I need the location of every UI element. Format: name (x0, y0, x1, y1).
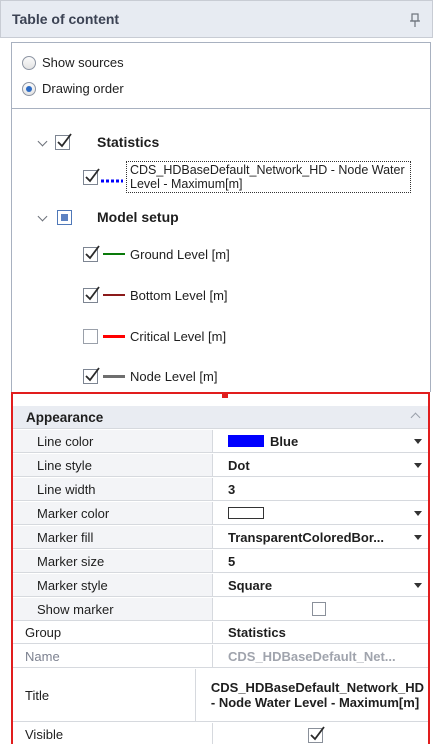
checkbox-checked-icon[interactable] (83, 286, 101, 304)
chevron-up-icon[interactable] (410, 412, 421, 423)
color-swatch (228, 435, 264, 447)
property-line-color[interactable]: Line color Blue (13, 430, 428, 453)
dropdown-arrow-icon[interactable] (414, 439, 422, 444)
property-marker-style[interactable]: Marker style Square (13, 574, 428, 597)
property-value[interactable]: 5 (213, 550, 428, 572)
property-name: Name (13, 645, 213, 667)
property-value[interactable]: TransparentColoredBor... (213, 526, 428, 548)
layer-label: Bottom Level [m] (130, 287, 228, 303)
tree-layer-ground-level[interactable]: Ground Level [m] (83, 245, 230, 263)
dropdown-arrow-icon[interactable] (414, 511, 422, 516)
property-group[interactable]: Group Statistics (13, 622, 428, 644)
property-value-text: CDS_HDBaseDefault_Net... (228, 648, 396, 664)
property-value[interactable]: Dot (213, 454, 428, 476)
tree-layer-node-level[interactable]: Node Level [m] (83, 367, 217, 385)
pin-icon[interactable] (410, 13, 420, 27)
checkbox-unchecked-icon[interactable] (312, 602, 326, 616)
layer-tree-panel: Show sources Drawing order Statistics CD… (11, 42, 431, 392)
dropdown-arrow-icon[interactable] (414, 463, 422, 468)
panel-title: Table of content (12, 11, 120, 27)
property-name: Title (13, 669, 196, 721)
layer-label: Critical Level [m] (130, 328, 227, 344)
property-name: Line color (13, 430, 213, 452)
radio-show-sources[interactable]: Show sources (22, 55, 124, 70)
category-appearance[interactable]: Appearance (13, 406, 428, 429)
property-value[interactable]: CDS_HDBaseDefault_Network_HD - Node Wate… (196, 669, 428, 721)
panel-header: Table of content (0, 0, 433, 38)
property-line-width[interactable]: Line width 3 (13, 478, 428, 501)
property-name-field[interactable]: Name CDS_HDBaseDefault_Net... (13, 645, 428, 668)
radio-label: Show sources (42, 55, 124, 70)
divider (12, 108, 430, 109)
property-value: CDS_HDBaseDefault_Net... (213, 645, 428, 667)
property-line-style[interactable]: Line style Dot (13, 454, 428, 477)
property-value[interactable] (213, 723, 428, 744)
checkbox-checked-icon[interactable] (55, 133, 73, 151)
property-value[interactable] (213, 502, 428, 524)
property-name: Marker color (13, 502, 213, 524)
radio-drawing-order[interactable]: Drawing order (22, 81, 124, 96)
dotted-line-legend-icon (101, 179, 123, 183)
layer-label: Ground Level [m] (130, 246, 230, 262)
chevron-down-icon[interactable] (37, 211, 49, 223)
checkbox-unchecked-icon[interactable] (83, 327, 101, 345)
property-name: Group (13, 622, 213, 643)
property-value-text: Blue (270, 433, 299, 449)
line-legend-icon (103, 374, 125, 378)
property-value[interactable]: 3 (213, 478, 428, 500)
tree-group-model-setup[interactable]: Model setup (37, 209, 179, 225)
dropdown-arrow-icon[interactable] (414, 535, 422, 540)
tree-layer-node-water-level[interactable]: CDS_HDBaseDefault_Network_HD - Node Wate… (83, 161, 411, 193)
dropdown-arrow-icon[interactable] (414, 583, 422, 588)
splitter-marker (222, 394, 228, 398)
properties-grid: Appearance Line color Blue Line style Do… (11, 392, 430, 744)
property-name: Show marker (13, 598, 213, 620)
tree-layer-bottom-level[interactable]: Bottom Level [m] (83, 286, 228, 304)
checkbox-checked-icon[interactable] (83, 168, 101, 186)
line-legend-icon (103, 253, 125, 255)
property-name: Visible (13, 723, 213, 744)
property-marker-color[interactable]: Marker color (13, 502, 428, 525)
radio-label: Drawing order (42, 81, 124, 96)
chevron-down-icon[interactable] (37, 136, 49, 148)
property-name: Line style (13, 454, 213, 476)
property-value-text: TransparentColoredBor... (228, 529, 385, 545)
property-value-text: CDS_HDBaseDefault_Network_HD - Node Wate… (210, 680, 424, 710)
color-swatch (228, 507, 264, 519)
property-marker-size[interactable]: Marker size 5 (13, 550, 428, 573)
line-legend-icon (103, 334, 125, 338)
property-name: Line width (13, 478, 213, 500)
group-title: Statistics (97, 134, 160, 150)
property-value[interactable]: Statistics (213, 622, 428, 643)
property-name: Marker style (13, 574, 213, 596)
property-name: Marker fill (13, 526, 213, 548)
property-name: Marker size (13, 550, 213, 572)
line-legend-icon (103, 294, 125, 296)
group-title: Model setup (97, 209, 179, 225)
property-visible[interactable]: Visible (13, 723, 428, 744)
checkbox-checked-icon[interactable] (308, 725, 326, 744)
radio-button[interactable] (22, 55, 36, 70)
tree-layer-critical-level[interactable]: Critical Level [m] (83, 327, 226, 345)
property-title[interactable]: Title CDS_HDBaseDefault_Network_HD - Nod… (13, 669, 428, 722)
property-value-text: Square (228, 577, 273, 593)
layer-label: Node Level [m] (130, 368, 218, 384)
property-marker-fill[interactable]: Marker fill TransparentColoredBor... (13, 526, 428, 549)
property-value-text: Dot (228, 457, 250, 473)
checkbox-checked-icon[interactable] (83, 245, 101, 263)
category-label: Appearance (26, 409, 104, 425)
property-value[interactable]: Square (213, 574, 428, 596)
property-value-text: Statistics (228, 625, 286, 640)
property-value[interactable]: Blue (213, 430, 428, 452)
radio-button[interactable] (22, 81, 36, 96)
checkbox-partial-icon[interactable] (57, 209, 72, 225)
property-value[interactable] (213, 598, 428, 620)
property-show-marker[interactable]: Show marker (13, 598, 428, 621)
property-value-text: 5 (228, 553, 236, 569)
tree-group-statistics[interactable]: Statistics (37, 133, 159, 151)
checkbox-checked-icon[interactable] (83, 367, 101, 385)
layer-label: CDS_HDBaseDefault_Network_HD - Node Wate… (126, 161, 411, 193)
property-value-text: 3 (228, 481, 236, 497)
